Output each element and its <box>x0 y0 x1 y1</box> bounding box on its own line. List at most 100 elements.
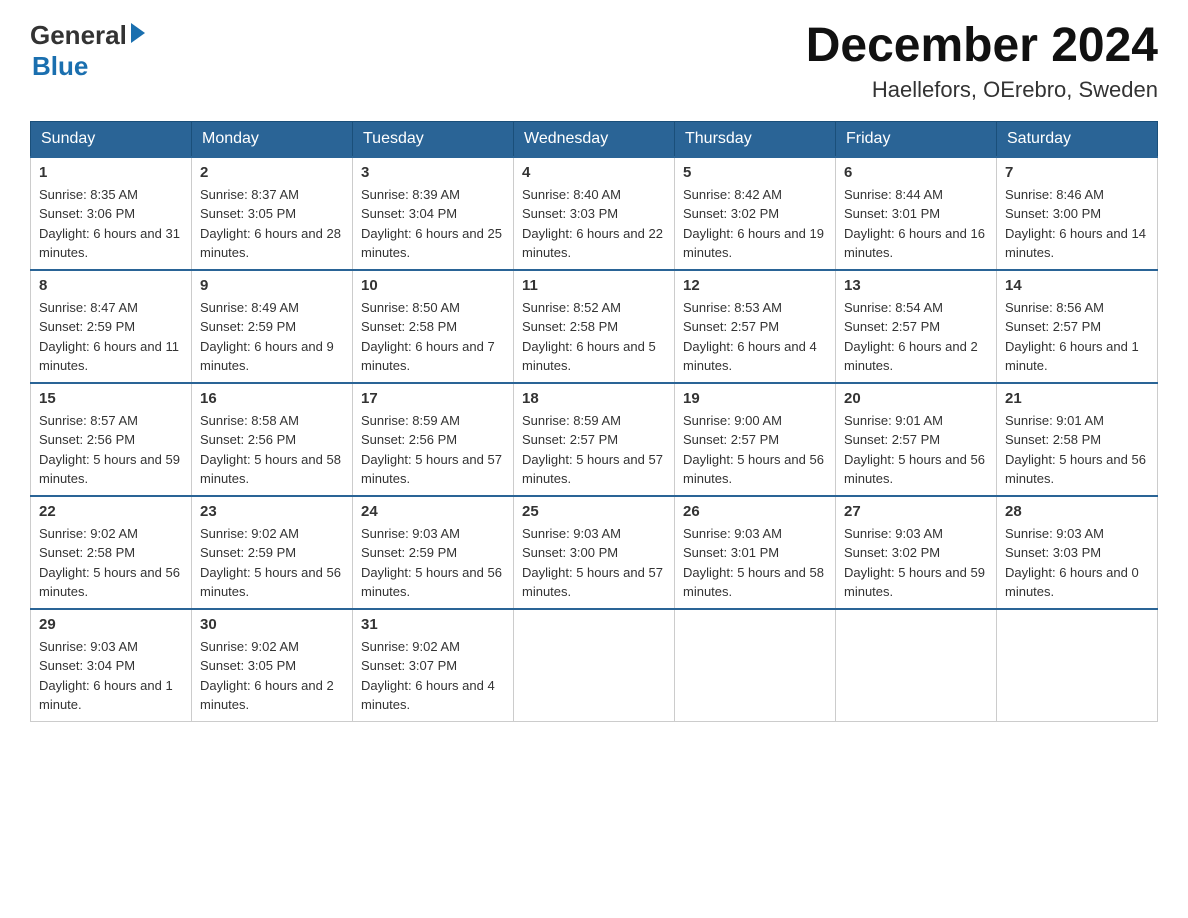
calendar-body: 1 Sunrise: 8:35 AMSunset: 3:06 PMDaylight… <box>31 157 1158 722</box>
day-number: 12 <box>683 277 827 294</box>
location-title: Haellefors, OErebro, Sweden <box>806 77 1158 103</box>
day-info: Sunrise: 9:03 AMSunset: 3:03 PMDaylight:… <box>1005 524 1149 602</box>
day-cell: 12 Sunrise: 8:53 AMSunset: 2:57 PMDayligh… <box>675 270 836 383</box>
day-info: Sunrise: 9:00 AMSunset: 2:57 PMDaylight:… <box>683 411 827 489</box>
logo-general-text: General <box>30 20 127 51</box>
month-title: December 2024 <box>806 20 1158 73</box>
day-info: Sunrise: 8:57 AMSunset: 2:56 PMDaylight:… <box>39 411 183 489</box>
day-info: Sunrise: 9:02 AMSunset: 2:58 PMDaylight:… <box>39 524 183 602</box>
day-number: 6 <box>844 164 988 181</box>
day-number: 14 <box>1005 277 1149 294</box>
day-number: 24 <box>361 503 505 520</box>
day-info: Sunrise: 8:52 AMSunset: 2:58 PMDaylight:… <box>522 298 666 376</box>
day-number: 10 <box>361 277 505 294</box>
day-cell: 11 Sunrise: 8:52 AMSunset: 2:58 PMDayligh… <box>514 270 675 383</box>
day-info: Sunrise: 9:01 AMSunset: 2:57 PMDaylight:… <box>844 411 988 489</box>
day-cell: 26 Sunrise: 9:03 AMSunset: 3:01 PMDayligh… <box>675 496 836 609</box>
day-info: Sunrise: 8:37 AMSunset: 3:05 PMDaylight:… <box>200 185 344 263</box>
day-number: 18 <box>522 390 666 407</box>
day-info: Sunrise: 9:01 AMSunset: 2:58 PMDaylight:… <box>1005 411 1149 489</box>
calendar-header: SundayMondayTuesdayWednesdayThursdayFrid… <box>31 121 1158 157</box>
day-info: Sunrise: 8:49 AMSunset: 2:59 PMDaylight:… <box>200 298 344 376</box>
day-number: 27 <box>844 503 988 520</box>
day-cell: 16 Sunrise: 8:58 AMSunset: 2:56 PMDayligh… <box>192 383 353 496</box>
day-number: 7 <box>1005 164 1149 181</box>
header-cell-tuesday: Tuesday <box>353 121 514 157</box>
day-number: 20 <box>844 390 988 407</box>
day-cell: 29 Sunrise: 9:03 AMSunset: 3:04 PMDayligh… <box>31 609 192 722</box>
day-number: 13 <box>844 277 988 294</box>
day-cell: 22Sunrise: 9:02 AMSunset: 2:58 PMDayligh… <box>31 496 192 609</box>
logo-arrow-icon <box>131 23 145 43</box>
day-info: Sunrise: 8:56 AMSunset: 2:57 PMDaylight:… <box>1005 298 1149 376</box>
day-cell: 24 Sunrise: 9:03 AMSunset: 2:59 PMDayligh… <box>353 496 514 609</box>
day-number: 29 <box>39 616 183 633</box>
day-info: Sunrise: 8:53 AMSunset: 2:57 PMDaylight:… <box>683 298 827 376</box>
day-cell: 17 Sunrise: 8:59 AMSunset: 2:56 PMDayligh… <box>353 383 514 496</box>
day-cell: 7 Sunrise: 8:46 AMSunset: 3:00 PMDaylight… <box>997 157 1158 270</box>
day-cell: 28Sunrise: 9:03 AMSunset: 3:03 PMDayligh… <box>997 496 1158 609</box>
day-cell: 1 Sunrise: 8:35 AMSunset: 3:06 PMDaylight… <box>31 157 192 270</box>
day-number: 19 <box>683 390 827 407</box>
day-info: Sunrise: 8:35 AMSunset: 3:06 PMDaylight:… <box>39 185 183 263</box>
logo-blue-text: Blue <box>30 51 145 82</box>
day-cell: 19 Sunrise: 9:00 AMSunset: 2:57 PMDayligh… <box>675 383 836 496</box>
day-cell: 2Sunrise: 8:37 AMSunset: 3:05 PMDaylight… <box>192 157 353 270</box>
day-cell: 13 Sunrise: 8:54 AMSunset: 2:57 PMDayligh… <box>836 270 997 383</box>
day-info: Sunrise: 9:02 AMSunset: 3:05 PMDaylight:… <box>200 637 344 715</box>
day-number: 21 <box>1005 390 1149 407</box>
title-section: December 2024 Haellefors, OErebro, Swede… <box>806 20 1158 103</box>
day-cell: 23 Sunrise: 9:02 AMSunset: 2:59 PMDayligh… <box>192 496 353 609</box>
day-number: 1 <box>39 164 183 181</box>
day-cell: 4 Sunrise: 8:40 AMSunset: 3:03 PMDaylight… <box>514 157 675 270</box>
header-cell-friday: Friday <box>836 121 997 157</box>
day-cell: 3Sunrise: 8:39 AMSunset: 3:04 PMDaylight… <box>353 157 514 270</box>
day-info: Sunrise: 8:54 AMSunset: 2:57 PMDaylight:… <box>844 298 988 376</box>
day-info: Sunrise: 9:03 AMSunset: 3:01 PMDaylight:… <box>683 524 827 602</box>
day-cell: 10 Sunrise: 8:50 AMSunset: 2:58 PMDayligh… <box>353 270 514 383</box>
day-info: Sunrise: 9:02 AMSunset: 3:07 PMDaylight:… <box>361 637 505 715</box>
day-cell: 8 Sunrise: 8:47 AMSunset: 2:59 PMDaylight… <box>31 270 192 383</box>
day-number: 31 <box>361 616 505 633</box>
day-info: Sunrise: 9:03 AMSunset: 3:00 PMDaylight:… <box>522 524 666 602</box>
day-number: 15 <box>39 390 183 407</box>
header-cell-saturday: Saturday <box>997 121 1158 157</box>
header-cell-wednesday: Wednesday <box>514 121 675 157</box>
day-number: 25 <box>522 503 666 520</box>
day-info: Sunrise: 9:03 AMSunset: 3:04 PMDaylight:… <box>39 637 183 715</box>
day-number: 26 <box>683 503 827 520</box>
day-number: 17 <box>361 390 505 407</box>
day-info: Sunrise: 8:59 AMSunset: 2:56 PMDaylight:… <box>361 411 505 489</box>
day-cell: 30 Sunrise: 9:02 AMSunset: 3:05 PMDayligh… <box>192 609 353 722</box>
day-cell: 20 Sunrise: 9:01 AMSunset: 2:57 PMDayligh… <box>836 383 997 496</box>
day-cell: 18Sunrise: 8:59 AMSunset: 2:57 PMDayligh… <box>514 383 675 496</box>
day-info: Sunrise: 9:03 AMSunset: 2:59 PMDaylight:… <box>361 524 505 602</box>
day-cell <box>997 609 1158 722</box>
day-number: 30 <box>200 616 344 633</box>
day-cell <box>514 609 675 722</box>
calendar-table: SundayMondayTuesdayWednesdayThursdayFrid… <box>30 121 1158 722</box>
day-number: 8 <box>39 277 183 294</box>
day-number: 23 <box>200 503 344 520</box>
day-cell: 31 Sunrise: 9:02 AMSunset: 3:07 PMDayligh… <box>353 609 514 722</box>
day-info: Sunrise: 8:39 AMSunset: 3:04 PMDaylight:… <box>361 185 505 263</box>
day-cell: 15 Sunrise: 8:57 AMSunset: 2:56 PMDayligh… <box>31 383 192 496</box>
day-number: 4 <box>522 164 666 181</box>
day-number: 11 <box>522 277 666 294</box>
day-info: Sunrise: 8:40 AMSunset: 3:03 PMDaylight:… <box>522 185 666 263</box>
day-number: 16 <box>200 390 344 407</box>
day-info: Sunrise: 8:58 AMSunset: 2:56 PMDaylight:… <box>200 411 344 489</box>
day-info: Sunrise: 8:47 AMSunset: 2:59 PMDaylight:… <box>39 298 183 376</box>
week-row-5: 29 Sunrise: 9:03 AMSunset: 3:04 PMDayligh… <box>31 609 1158 722</box>
header-cell-monday: Monday <box>192 121 353 157</box>
day-info: Sunrise: 8:50 AMSunset: 2:58 PMDaylight:… <box>361 298 505 376</box>
day-cell: 27 Sunrise: 9:03 AMSunset: 3:02 PMDayligh… <box>836 496 997 609</box>
day-cell <box>836 609 997 722</box>
day-info: Sunrise: 9:03 AMSunset: 3:02 PMDaylight:… <box>844 524 988 602</box>
day-info: Sunrise: 9:02 AMSunset: 2:59 PMDaylight:… <box>200 524 344 602</box>
day-number: 5 <box>683 164 827 181</box>
header-cell-thursday: Thursday <box>675 121 836 157</box>
day-info: Sunrise: 8:46 AMSunset: 3:00 PMDaylight:… <box>1005 185 1149 263</box>
day-info: Sunrise: 8:42 AMSunset: 3:02 PMDaylight:… <box>683 185 827 263</box>
logo: General Blue <box>30 20 145 82</box>
